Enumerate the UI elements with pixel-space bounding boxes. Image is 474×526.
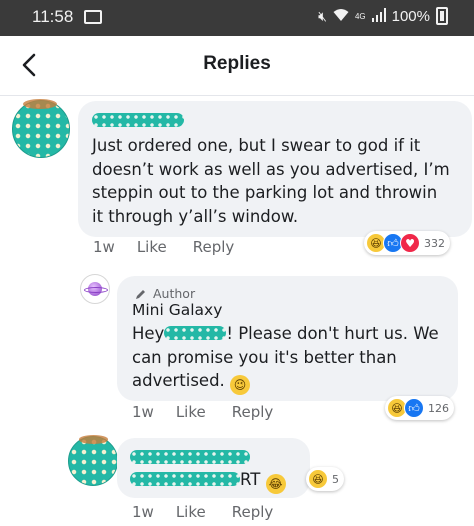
reaction-summary[interactable]: 😆︎ 5: [306, 467, 344, 491]
reaction-summary[interactable]: 😆︎ 👍︎ ♥ 332: [364, 231, 450, 255]
haha-reaction-icon: 😆︎: [308, 469, 328, 489]
battery-icon: [436, 7, 448, 25]
redacted-author-name[interactable]: [92, 113, 184, 127]
comment-time: 1w: [93, 238, 115, 256]
comment-text: Just ordered one, but I swear to god if …: [92, 136, 450, 226]
signal-icon: [371, 7, 386, 25]
reply-text: Hey! Please don't hurt us. We can promis…: [132, 322, 452, 395]
reaction-summary[interactable]: 😆︎ 👍︎ 126: [385, 396, 454, 420]
reaction-count: 5: [332, 472, 339, 486]
redacted-mention[interactable]: [130, 472, 240, 486]
cast-icon: [84, 10, 102, 24]
status-icons: 🔇︎ 4G 100%: [318, 7, 448, 25]
mute-icon: 🔇︎: [318, 7, 327, 24]
like-button[interactable]: Like: [176, 503, 206, 521]
reply-actions: 1w Like Reply: [132, 403, 299, 421]
author-tag-label: Author: [153, 286, 196, 301]
replies-header: Replies: [0, 36, 474, 96]
like-button[interactable]: Like: [137, 238, 167, 256]
redacted-mention[interactable]: [164, 326, 227, 340]
reply-button[interactable]: Reply: [232, 403, 274, 421]
like-button[interactable]: Like: [176, 403, 206, 421]
battery-percent: 100%: [391, 7, 430, 25]
laugh-emoji-icon: 😂︎: [265, 474, 286, 494]
wifi-icon: [333, 8, 349, 25]
reply-button[interactable]: Reply: [193, 238, 235, 256]
network-type: 4G: [354, 11, 366, 21]
comment-actions: 1w Like Reply: [93, 238, 260, 256]
reaction-count: 332: [424, 236, 445, 250]
commenter-avatar[interactable]: [68, 435, 118, 486]
comment-actions: 1w Like Reply: [132, 503, 299, 521]
redacted-author-name[interactable]: [130, 450, 250, 464]
comment-text: RT 😂︎: [130, 468, 300, 494]
status-bar: 11:58 🔇︎ 4G 100%: [0, 0, 474, 36]
commenter-avatar[interactable]: [12, 99, 70, 158]
reaction-count: 126: [428, 401, 449, 415]
planet-logo-icon: [84, 282, 108, 296]
like-reaction-icon: 👍︎: [404, 398, 424, 418]
status-clock: 11:58: [32, 7, 74, 26]
reply-time: 1w: [132, 403, 154, 421]
phone-screen: 11:58 🔇︎ 4G 100% Replies Just ordered on…: [0, 0, 474, 526]
author-name[interactable]: Mini Galaxy: [132, 301, 222, 319]
wink-emoji-icon: 😉︎: [230, 375, 251, 395]
author-badge: Author: [135, 286, 195, 301]
comment-time: 1w: [132, 503, 154, 521]
love-reaction-icon: ♥: [400, 233, 420, 253]
page-avatar[interactable]: [80, 274, 110, 304]
reply-button[interactable]: Reply: [232, 503, 274, 521]
page-title: Replies: [203, 53, 271, 74]
pencil-icon: [136, 289, 145, 299]
